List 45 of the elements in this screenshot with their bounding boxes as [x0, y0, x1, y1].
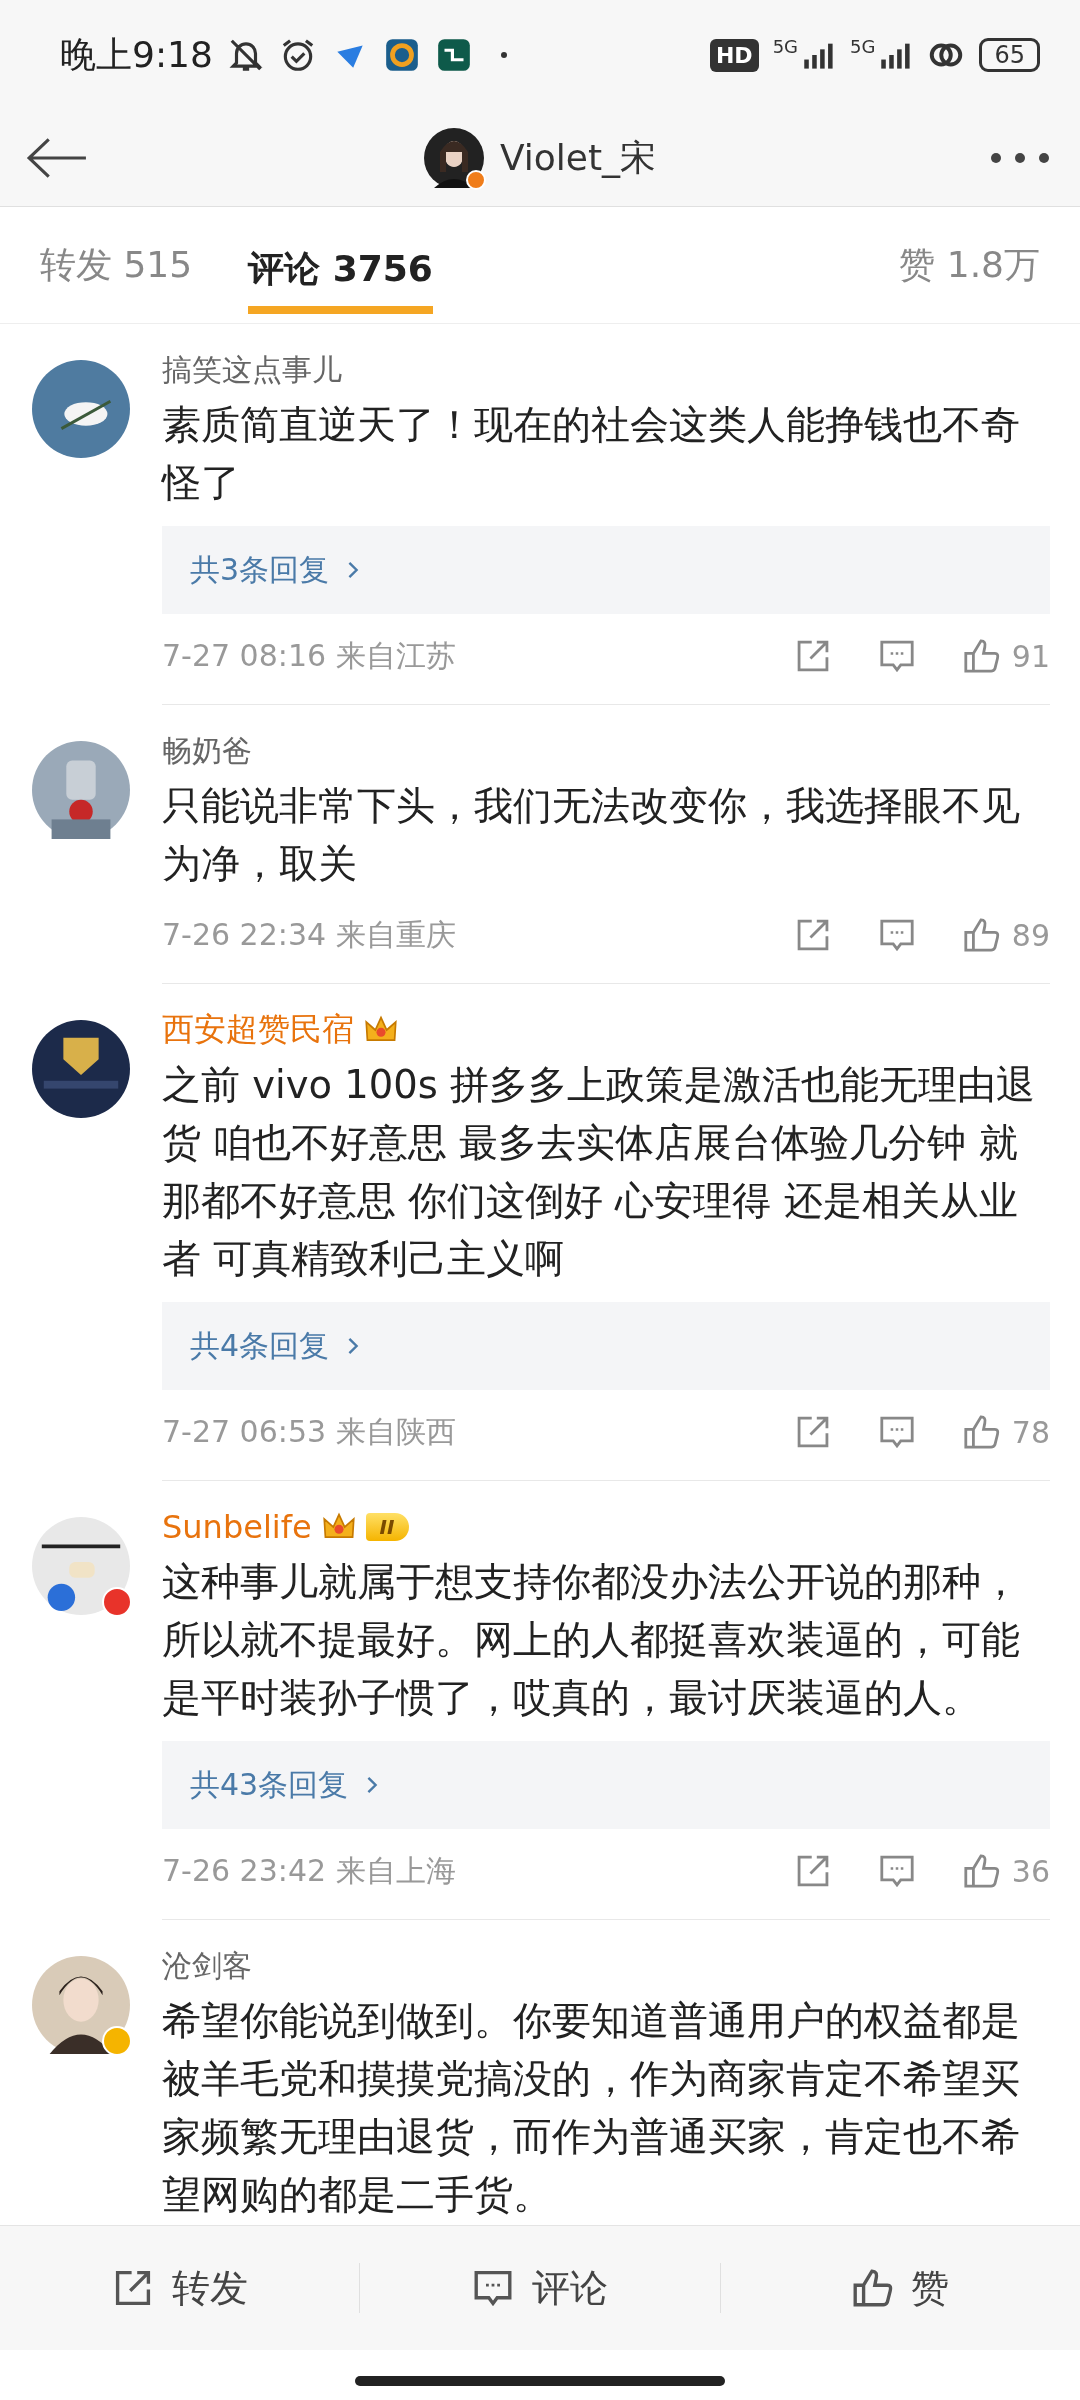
comment-time: 7-27 08:16 来自江苏	[162, 636, 456, 675]
comment-text: 素质简直逆天了！现在的社会这类人能挣钱也不奇怪了	[162, 401, 1021, 507]
user-name[interactable]: 西安超赞民宿	[162, 1008, 354, 1052]
comment-time: 7-26 23:42 来自上海	[162, 1851, 456, 1890]
battery-level: 65	[979, 38, 1040, 72]
back-icon[interactable]	[26, 136, 88, 180]
user-name[interactable]: 搞笑这点事儿	[162, 349, 342, 391]
comment-text: 这种事儿就属于想支持你都没办法公开说的那种，所以就不提最好。网上的人都挺喜欢装逼的，可能是平时装孙子惯了，哎真的，最讨厌装逼的人。	[162, 1558, 1021, 1722]
like-button[interactable]: 91	[961, 637, 1050, 675]
comment-text: 只能说非常下头，我们无法改变你，我选择眼不见为净，取关	[162, 782, 1021, 888]
tab[interactable]: 赞 1.8万	[899, 220, 1040, 310]
action-button[interactable]: 赞	[720, 2226, 1080, 2350]
user-name: Violet_宋	[499, 135, 657, 180]
comment-text: 之前 vivo 100s 拼多多上政策是激活也能无理由退货 咱也不好意思 最多去实体店展台体验几分钟 就那都不好意思 你们这倒好 心安理得 还是相关从业者 可真精致利己主义啊	[162, 1061, 1037, 1283]
comment-time: 7-26 22:34 来自重庆	[162, 915, 456, 954]
tab[interactable]: 评论 3756	[248, 224, 433, 314]
hd-badge: HD	[709, 38, 759, 72]
chevron-icon	[347, 1336, 360, 1356]
action-button[interactable]: 转发	[0, 2226, 360, 2350]
user-name[interactable]: 沧剑客	[162, 1945, 252, 1987]
thumbs-up-icon	[961, 916, 1000, 954]
action-button[interactable]: 评论	[360, 2226, 720, 2350]
like-button[interactable]: 89	[961, 916, 1050, 954]
status-time: 晚上9:18	[60, 32, 213, 77]
tab[interactable]: 转发 515	[40, 220, 193, 310]
level-badge: II	[365, 1513, 409, 1541]
replies-link[interactable]: 共43条回复	[162, 1741, 1050, 1829]
network-label: 5G	[850, 35, 876, 57]
thumbs-up-icon	[961, 1413, 1000, 1451]
more-icon[interactable]	[990, 152, 1050, 164]
replies-link[interactable]: 共3条回复	[162, 526, 1050, 614]
network-label: 5G	[772, 35, 799, 57]
like-button[interactable]: 36	[961, 1852, 1050, 1890]
replies-link[interactable]: 共4条回复	[162, 1302, 1050, 1390]
dot-icon	[500, 52, 507, 58]
like-button[interactable]: 78	[961, 1413, 1050, 1451]
thumbs-up-icon	[961, 637, 1000, 675]
comment-time: 7-27 06:53 来自陕西	[162, 1412, 456, 1451]
thumbs-up-icon	[851, 2267, 894, 2309]
user-name[interactable]: 畅奶爸	[162, 730, 252, 772]
chevron-icon	[366, 1775, 379, 1795]
chevron-icon	[347, 560, 360, 580]
user-name[interactable]: Sunbelife	[162, 1508, 312, 1546]
thumbs-up-icon	[961, 1852, 1000, 1890]
comment-text: 希望你能说到做到。你要知道普通用户的权益都是被羊毛党和摸摸党搞没的，作为商家肯定不希望买家频繁无理由退货，而作为普通买家，肯定也不希望网购的都是二手货。	[162, 1997, 1021, 2219]
